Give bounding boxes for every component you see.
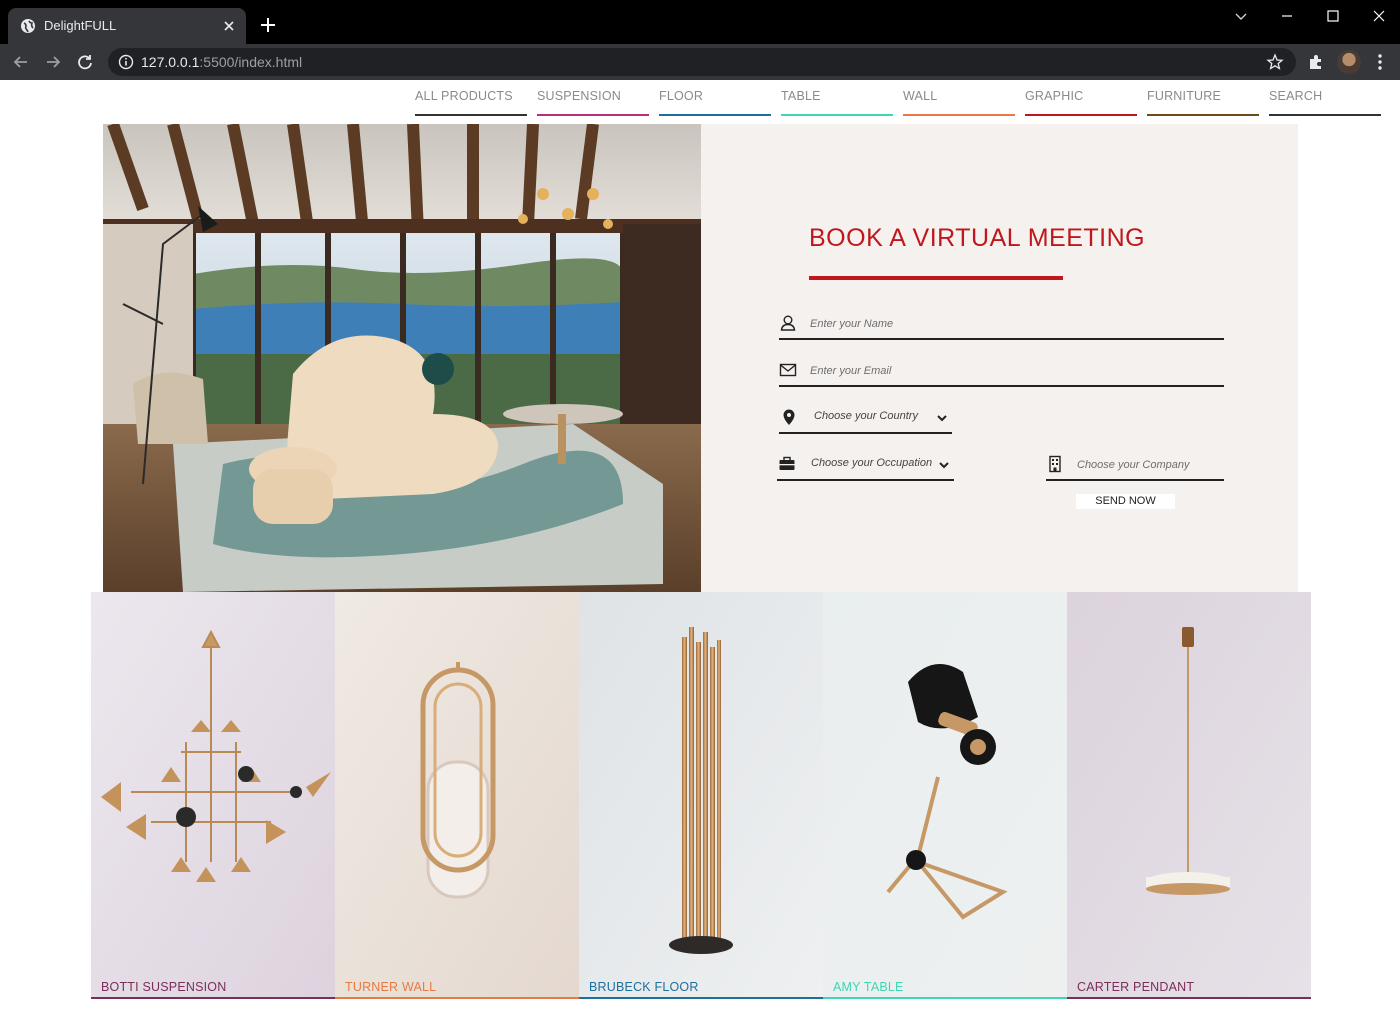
company-input[interactable] bbox=[1077, 453, 1217, 477]
product-underline bbox=[1067, 997, 1311, 999]
product-card-turner-wall[interactable]: TURNER WALL bbox=[335, 592, 579, 999]
nav-all-products[interactable]: ALL PRODUCTS bbox=[415, 89, 527, 116]
nav-label: TABLE bbox=[781, 89, 821, 103]
occupation-select-value: Choose your Occupation bbox=[811, 457, 933, 469]
url-text: 127.0.0.1:5500/index.html bbox=[141, 54, 302, 70]
nav-underline bbox=[659, 114, 771, 116]
close-window-icon[interactable] bbox=[1367, 6, 1391, 26]
product-name: AMY TABLE bbox=[833, 980, 904, 994]
nav-search[interactable]: SEARCH bbox=[1269, 89, 1381, 116]
product-grid: BOTTI SUSPENSION TURNER WALL BRUBECK FLO… bbox=[91, 592, 1311, 999]
name-field bbox=[779, 312, 1224, 340]
site-info-icon[interactable] bbox=[118, 54, 134, 70]
building-icon bbox=[1049, 455, 1061, 473]
tab-search-icon[interactable] bbox=[1229, 6, 1253, 26]
envelope-icon bbox=[779, 363, 797, 377]
url-host: 127.0.0.1 bbox=[141, 54, 200, 70]
menu-dots-icon[interactable] bbox=[1370, 52, 1390, 72]
maximize-icon[interactable] bbox=[1321, 6, 1345, 26]
product-card-amy-table[interactable]: AMY TABLE bbox=[823, 592, 1067, 999]
page: ALL PRODUCTS SUSPENSION FLOOR TABLE WALL… bbox=[0, 80, 1400, 1032]
nav-furniture[interactable]: FURNITURE bbox=[1147, 89, 1259, 116]
nav-label: ALL PRODUCTS bbox=[415, 89, 513, 103]
country-select[interactable]: Choose your Country bbox=[779, 406, 952, 434]
nav-underline bbox=[1147, 114, 1259, 116]
product-card-carter-pendant[interactable]: CARTER PENDANT bbox=[1067, 592, 1311, 999]
nav-floor[interactable]: FLOOR bbox=[659, 89, 771, 116]
tab-title: DelightFULL bbox=[44, 18, 117, 33]
nav-underline bbox=[1269, 114, 1381, 116]
nav-suspension[interactable]: SUSPENSION bbox=[537, 89, 649, 116]
product-image bbox=[1067, 592, 1311, 999]
nav-label: SUSPENSION bbox=[537, 89, 621, 103]
hero-interior-image bbox=[103, 124, 701, 592]
company-field bbox=[1046, 453, 1224, 481]
back-icon[interactable] bbox=[11, 52, 31, 72]
location-pin-icon bbox=[783, 409, 795, 425]
product-underline bbox=[91, 997, 335, 999]
new-tab-icon[interactable] bbox=[258, 15, 278, 35]
product-card-brubeck-floor[interactable]: BRUBECK FLOOR bbox=[579, 592, 823, 999]
product-image bbox=[823, 592, 1067, 999]
chevron-down-icon bbox=[937, 415, 947, 422]
reload-icon[interactable] bbox=[75, 52, 95, 72]
product-name: BRUBECK FLOOR bbox=[589, 980, 699, 994]
send-now-button[interactable]: SEND NOW bbox=[1076, 494, 1175, 509]
product-underline bbox=[579, 997, 823, 999]
booking-panel: BOOK A VIRTUAL MEETING Choose your Count… bbox=[701, 124, 1298, 592]
name-input[interactable] bbox=[810, 312, 1210, 336]
product-card-botti-suspension[interactable]: BOTTI SUSPENSION bbox=[91, 592, 335, 999]
nav-underline bbox=[781, 114, 893, 116]
extensions-puzzle-icon[interactable] bbox=[1306, 52, 1326, 72]
product-image bbox=[335, 592, 579, 999]
email-field bbox=[779, 359, 1224, 387]
close-tab-icon[interactable] bbox=[220, 17, 238, 35]
minimize-icon[interactable] bbox=[1275, 6, 1299, 26]
nav-label: WALL bbox=[903, 89, 938, 103]
heading-accent-line bbox=[809, 276, 1063, 280]
globe-icon bbox=[21, 19, 35, 33]
nav-label: FLOOR bbox=[659, 89, 704, 103]
booking-heading: BOOK A VIRTUAL MEETING bbox=[809, 224, 1146, 252]
product-underline bbox=[823, 997, 1067, 999]
browser-tab-strip: DelightFULL bbox=[0, 0, 1400, 44]
chevron-down-icon bbox=[939, 462, 949, 469]
product-image bbox=[91, 592, 335, 999]
profile-avatar[interactable] bbox=[1337, 50, 1361, 74]
browser-toolbar: 127.0.0.1:5500/index.html bbox=[0, 44, 1400, 80]
occupation-select[interactable]: Choose your Occupation bbox=[777, 453, 954, 481]
address-bar[interactable]: 127.0.0.1:5500/index.html bbox=[108, 48, 1296, 76]
user-icon bbox=[780, 315, 796, 331]
nav-underline bbox=[903, 114, 1015, 116]
email-input[interactable] bbox=[810, 359, 1210, 383]
nav-table[interactable]: TABLE bbox=[781, 89, 893, 116]
nav-underline bbox=[537, 114, 649, 116]
nav-graphic[interactable]: GRAPHIC bbox=[1025, 89, 1137, 116]
country-select-value: Choose your Country bbox=[814, 410, 918, 422]
product-name: TURNER WALL bbox=[345, 980, 437, 994]
product-name: BOTTI SUSPENSION bbox=[101, 980, 227, 994]
url-path: :5500/index.html bbox=[199, 54, 303, 70]
nav-wall[interactable]: WALL bbox=[903, 89, 1015, 116]
nav-underline bbox=[415, 114, 527, 116]
product-image bbox=[579, 592, 823, 999]
nav-label: SEARCH bbox=[1269, 89, 1323, 103]
browser-tab[interactable]: DelightFULL bbox=[8, 8, 246, 44]
nav-label: FURNITURE bbox=[1147, 89, 1222, 103]
briefcase-icon bbox=[779, 456, 795, 470]
bookmark-star-icon[interactable] bbox=[1266, 53, 1284, 71]
product-underline bbox=[335, 997, 579, 999]
nav-underline bbox=[1025, 114, 1137, 116]
nav-label: GRAPHIC bbox=[1025, 89, 1084, 103]
product-name: CARTER PENDANT bbox=[1077, 980, 1195, 994]
forward-icon[interactable] bbox=[43, 52, 63, 72]
